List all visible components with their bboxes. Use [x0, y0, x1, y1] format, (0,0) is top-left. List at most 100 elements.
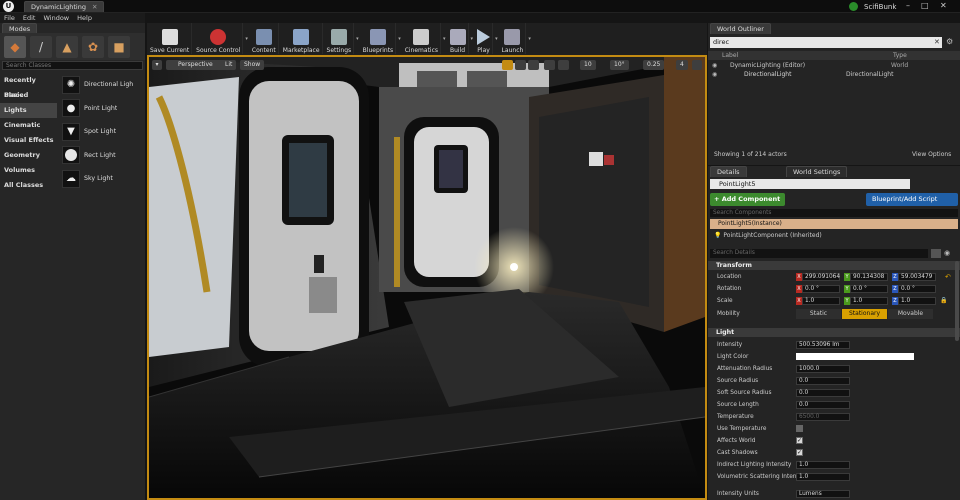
source-control-status-icon[interactable] [849, 2, 858, 11]
clear-search-icon[interactable]: ✕ [934, 38, 940, 46]
close-icon[interactable]: ✕ [92, 3, 97, 11]
cast-shadows-label[interactable]: Cast Shadows [717, 450, 758, 456]
column-label[interactable]: Label [722, 51, 738, 60]
use-temperature-label[interactable]: Use Temperature [717, 426, 766, 432]
affects-world-checkbox[interactable]: ✓ [796, 437, 803, 444]
location-z-field[interactable]: 59.003479 [898, 273, 936, 281]
outliner-row-world[interactable]: ◉ DynamicLighting (Editor) World [708, 61, 960, 70]
play-button[interactable]: Play [475, 23, 494, 54]
mobility-static-button[interactable]: Static [796, 309, 841, 319]
geometry-mode-icon[interactable]: ■ [108, 35, 130, 58]
rotation-x-field[interactable]: 0.0 ° [802, 285, 840, 293]
cinematics-button[interactable]: Cinematics [403, 23, 442, 54]
category-lights[interactable]: Lights [0, 103, 57, 118]
build-button[interactable]: Build [448, 23, 469, 54]
search-classes-input[interactable]: Search Classes [2, 61, 143, 70]
perspective-button[interactable]: Perspective [166, 60, 217, 70]
menu-edit[interactable]: Edit [23, 14, 36, 22]
place-item-sky-light[interactable]: ☁ Sky Light [59, 167, 143, 191]
attenuation-radius-field[interactable]: 1000.0 [796, 365, 850, 373]
point-light-component-row[interactable]: 💡 PointLightComponent (Inherited) [714, 231, 958, 241]
details-tab[interactable]: Details [710, 166, 747, 177]
minimize-icon[interactable]: – [906, 1, 910, 10]
landscape-mode-icon[interactable]: ▲ [56, 35, 78, 58]
world-local-toggle-icon[interactable] [544, 60, 555, 70]
outliner-search-field[interactable]: direc [710, 37, 942, 48]
transform-tool-translate-icon[interactable] [502, 60, 513, 70]
attenuation-radius-label[interactable]: Attenuation Radius [717, 366, 772, 372]
temperature-label[interactable]: Temperature [717, 414, 754, 420]
grid-snap-value[interactable]: 10 [580, 60, 596, 70]
location-label[interactable]: Location [717, 274, 742, 280]
place-item-point-light[interactable]: ● Point Light [59, 97, 143, 121]
details-visibility-icon[interactable]: ◉ [944, 249, 950, 257]
world-settings-tab[interactable]: World Settings [786, 166, 848, 177]
category-all-classes[interactable]: All Classes [0, 178, 57, 193]
menu-window[interactable]: Window [43, 14, 69, 22]
add-component-button[interactable]: + Add Component [710, 193, 785, 206]
blueprints-button[interactable]: Blueprints [361, 23, 397, 54]
visibility-eye-icon[interactable]: ◉ [712, 61, 717, 70]
scale-z-field[interactable]: 1.0 [898, 297, 936, 305]
soft-source-radius-label[interactable]: Soft Source Radius [717, 390, 771, 396]
outliner-settings-icon[interactable]: ⚙ [946, 37, 953, 46]
foliage-mode-icon[interactable]: ✿ [82, 35, 104, 58]
outliner-row-directional-light[interactable]: ◉ DirectionalLight DirectionalLight [708, 70, 960, 79]
view-options-button[interactable]: View Options [912, 151, 951, 158]
scale-snap-value[interactable]: 0.25 [643, 60, 665, 70]
location-x-field[interactable]: 299.091064 [802, 273, 840, 281]
rotation-z-field[interactable]: 0.0 ° [898, 285, 936, 293]
light-color-label[interactable]: Light Color [717, 354, 748, 360]
mobility-stationary-button[interactable]: Stationary [842, 309, 887, 319]
lit-button[interactable]: Lit [213, 60, 237, 70]
scale-label[interactable]: Scale [717, 298, 733, 304]
component-instance-row[interactable]: PointLight5(Instance) [710, 219, 958, 229]
transform-tool-rotate-icon[interactable] [515, 60, 526, 70]
soft-source-radius-field[interactable]: 0.0 [796, 389, 850, 397]
category-recently-placed[interactable]: Recently Placed [0, 73, 57, 99]
source-control-button[interactable]: Source Control [194, 23, 244, 54]
play-dropdown-icon[interactable]: ▾ [495, 36, 498, 42]
maximize-viewport-icon[interactable] [692, 60, 702, 70]
indirect-lighting-intensity-field[interactable]: 1.0 [796, 461, 850, 469]
level-viewport[interactable] [147, 55, 707, 500]
source-radius-label[interactable]: Source Radius [717, 378, 758, 384]
camera-speed-value[interactable]: 4 [676, 60, 688, 70]
launch-button[interactable]: Launch [500, 23, 527, 54]
blueprints-dropdown-icon[interactable]: ▾ [398, 36, 401, 42]
surface-snap-icon[interactable] [558, 60, 569, 70]
menu-help[interactable]: Help [77, 14, 92, 22]
paint-mode-icon[interactable]: / [30, 35, 52, 58]
rotation-y-field[interactable]: 0.0 ° [850, 285, 888, 293]
mobility-label[interactable]: Mobility [717, 311, 740, 317]
content-button[interactable]: Content [250, 23, 279, 54]
place-item-rect-light[interactable]: Rect Light [59, 144, 143, 168]
category-geometry[interactable]: Geometry [0, 148, 57, 163]
source-length-field[interactable]: 0.0 [796, 401, 850, 409]
category-cinematic[interactable]: Cinematic [0, 118, 57, 133]
transform-tool-scale-icon[interactable] [528, 60, 539, 70]
blueprint-add-script-button[interactable]: Blueprint/Add Script [866, 193, 958, 206]
settings-dropdown-icon[interactable]: ▾ [356, 36, 359, 42]
source-control-dropdown-icon[interactable]: ▾ [245, 36, 248, 42]
property-matrix-icon[interactable] [931, 249, 941, 258]
volumetric-scattering-label[interactable]: Volumetric Scattering Intensi [717, 474, 801, 480]
intensity-field[interactable]: 500.53096 lm [796, 341, 850, 349]
close-window-icon[interactable]: ✕ [940, 1, 947, 10]
source-radius-field[interactable]: 0.0 [796, 377, 850, 385]
search-components-input[interactable]: Search Components [710, 209, 958, 217]
visibility-eye-icon[interactable]: ◉ [712, 70, 717, 79]
light-color-swatch[interactable] [796, 353, 914, 360]
volumetric-scattering-field[interactable]: 1.0 [796, 473, 850, 481]
transform-section-header[interactable]: Transform [708, 261, 960, 270]
cinematics-dropdown-icon[interactable]: ▾ [443, 36, 446, 42]
use-temperature-checkbox[interactable] [796, 425, 803, 432]
scale-x-field[interactable]: 1.0 [802, 297, 840, 305]
actor-name-field[interactable]: PointLight5 [710, 179, 910, 189]
intensity-units-dropdown[interactable]: Lumens [796, 490, 850, 498]
place-item-spot-light[interactable]: ▼ Spot Light [59, 120, 143, 144]
world-outliner-tab[interactable]: World Outliner [710, 23, 771, 34]
project-tab[interactable]: DynamicLighting ✕ [24, 1, 105, 12]
build-dropdown-icon[interactable]: ▾ [471, 36, 474, 42]
intensity-units-label[interactable]: Intensity Units [717, 491, 759, 497]
